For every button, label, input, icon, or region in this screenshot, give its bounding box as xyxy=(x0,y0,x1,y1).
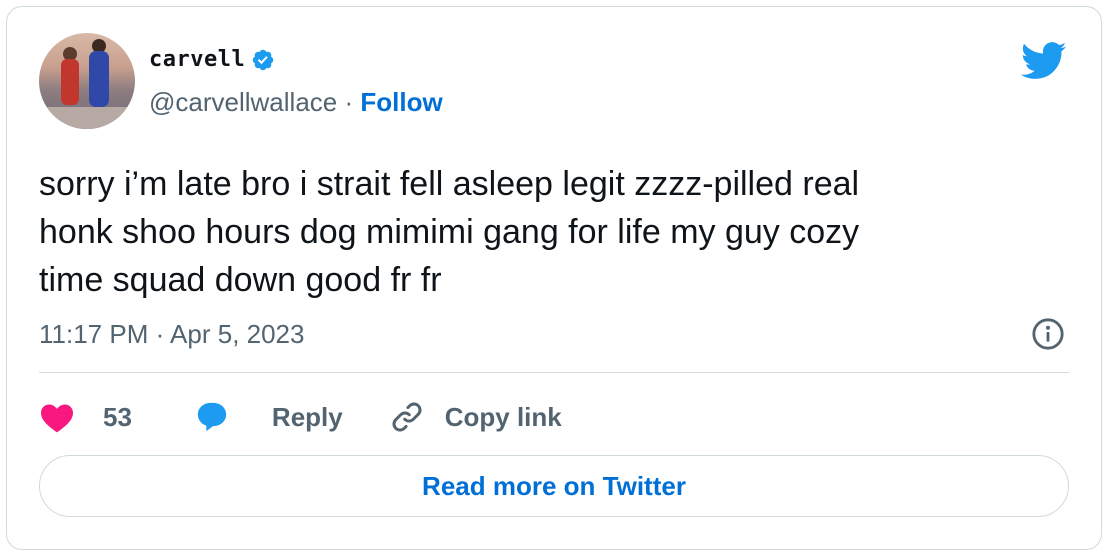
timestamp-separator: · xyxy=(155,319,171,349)
tweet-text-line: sorry i’m late bro i strait fell asleep … xyxy=(39,165,860,203)
tweet-text: sorry i’m late bro i strait fell asleep … xyxy=(39,160,1039,304)
copy-link-button[interactable]: Copy link xyxy=(389,399,562,435)
avatar-figure-red xyxy=(61,59,79,105)
avatar-floor xyxy=(39,107,135,129)
author-handle-row: @carvellwallace · Follow xyxy=(149,87,443,118)
avatar[interactable] xyxy=(39,33,135,129)
speech-bubble-icon xyxy=(197,402,227,432)
tweet-time: 11:17 PM xyxy=(39,319,149,349)
follow-button[interactable]: Follow xyxy=(360,87,442,117)
tweet-text-line: time squad down good fr fr xyxy=(39,261,442,299)
author-display-name[interactable]: carvell xyxy=(149,47,245,72)
author-name-row[interactable]: carvell xyxy=(149,47,275,72)
tweet-embed-card: carvell @carvellwallace · Follow sorry i… xyxy=(6,6,1102,550)
handle-separator: · xyxy=(344,87,361,117)
divider xyxy=(39,372,1069,373)
copy-link-label: Copy link xyxy=(444,401,562,432)
tweet-actions: 53 Reply Copy link xyxy=(39,395,562,439)
twitter-bird-icon[interactable] xyxy=(1021,41,1067,79)
link-icon xyxy=(392,402,422,432)
info-icon[interactable] xyxy=(1031,317,1065,351)
like-button[interactable]: 53 xyxy=(39,401,132,433)
verified-badge-icon xyxy=(252,49,274,70)
read-more-button[interactable]: Read more on Twitter xyxy=(39,455,1069,517)
reply-button[interactable]: Reply xyxy=(194,400,343,434)
tweet-text-line: honk shoo hours dog mimimi gang for life… xyxy=(39,213,860,251)
tweet-timestamp[interactable]: 11:17 PM · Apr 5, 2023 xyxy=(39,319,304,350)
avatar-figure-blue xyxy=(89,51,109,107)
reply-label: Reply xyxy=(271,401,343,432)
tweet-date: Apr 5, 2023 xyxy=(170,319,305,349)
author-handle[interactable]: @carvellwallace xyxy=(149,87,337,117)
like-count: 53 xyxy=(103,401,132,432)
heart-icon xyxy=(41,404,73,433)
